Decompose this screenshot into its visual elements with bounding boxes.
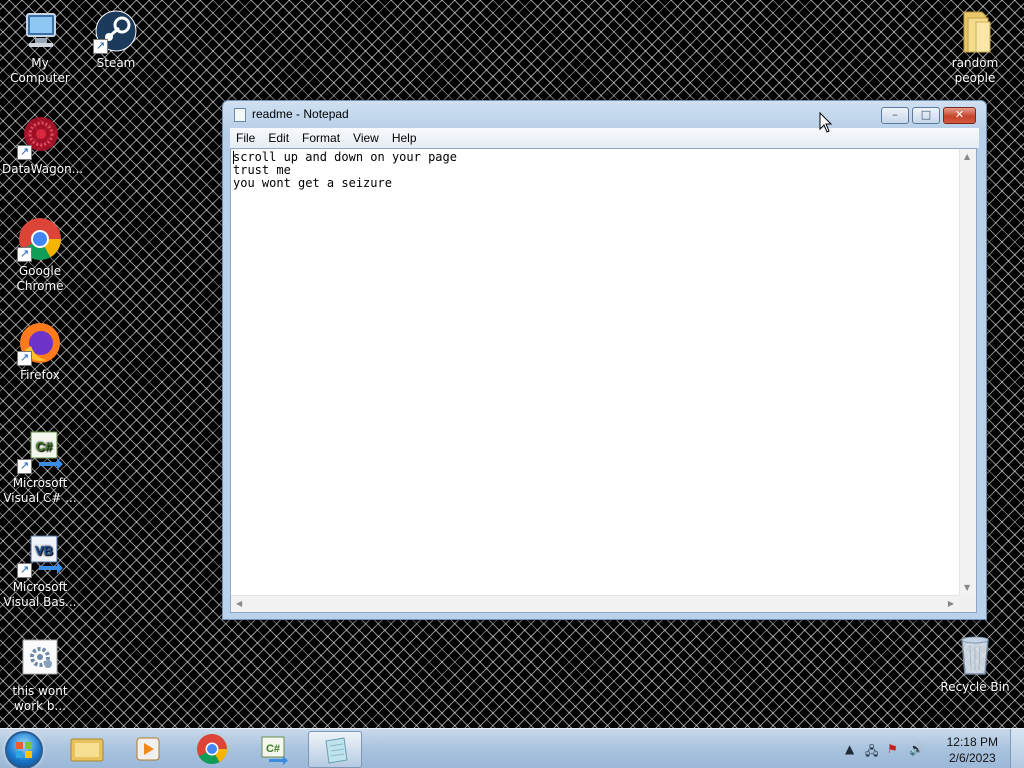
taskbar-media-player[interactable] [121,731,175,768]
menu-help[interactable]: Help [386,131,423,145]
notepad-icon [234,108,246,122]
show-desktop-button[interactable] [1010,729,1024,768]
desktop-icon-label: Microsoft Visual C# ... [3,476,77,505]
desktop-icon-steam[interactable]: ↗ Steam [76,8,156,71]
network-icon[interactable]: 🖧 [865,742,878,763]
text-line: you wont get a seizure [233,176,392,190]
taskbar-explorer[interactable] [60,731,114,768]
maximize-icon: □ [920,108,932,121]
recycle-bin-icon [952,632,998,678]
horizontal-scrollbar[interactable]: ◀ ▶ [231,595,959,612]
desktop-icon-label: Recycle Bin [940,680,1010,694]
shortcut-arrow-icon: ↗ [17,351,32,366]
show-hidden-icons-icon[interactable]: ▲ [845,742,854,756]
scroll-up-icon[interactable]: ▲ [964,152,970,161]
resize-grip[interactable] [959,595,976,612]
menu-file[interactable]: File [230,131,261,145]
menu-format[interactable]: Format [296,131,346,145]
desktop-icon-firefox[interactable]: ↗ Firefox [0,320,80,383]
shortcut-arrow-icon: ↗ [17,563,32,578]
volume-icon[interactable]: 🔊 [909,742,924,756]
action-center-icon[interactable]: ⚑ [887,742,898,756]
close-icon: ✕ [954,108,965,121]
desktop-icon-label: Firefox [20,368,60,382]
scroll-down-icon[interactable]: ▼ [964,583,970,592]
windows-logo-icon [16,742,32,758]
minimize-button[interactable]: – [881,107,909,124]
desktop-icon-this-wont-work[interactable]: this wont work b... [0,636,80,714]
desktop-icon-label: DataWagon... [2,162,84,176]
notepad-window[interactable]: readme - Notepad – □ ✕ File Edit Format … [222,100,987,620]
text-editor[interactable]: scroll up and down on your page trust me… [230,148,977,613]
shortcut-arrow-icon: ↗ [17,247,32,262]
desktop-icon-label: Microsoft Visual Bas... [3,580,77,609]
shortcut-arrow-icon: ↗ [17,459,32,474]
firefox-icon: ↗ [17,320,63,366]
menu-view[interactable]: View [347,131,385,145]
clock[interactable]: 12:18 PM 2/6/2023 [947,734,998,766]
scroll-right-icon[interactable]: ▶ [948,599,954,608]
taskbar-notepad[interactable] [308,731,362,768]
scroll-left-icon[interactable]: ◀ [236,599,242,608]
desktop-icon-label: Google Chrome [16,264,64,293]
chrome-icon [197,734,227,765]
start-button[interactable] [5,731,43,768]
mouse-cursor-icon [819,112,833,133]
datawagon-icon: ↗ [17,114,63,160]
svg-text:VB: VB [35,543,53,558]
computer-icon [17,8,63,54]
desktop-icon-my-computer[interactable]: My Computer [0,8,80,86]
text-content[interactable]: scroll up and down on your page trust me… [233,151,958,594]
minimize-icon: – [892,108,898,121]
steam-icon: ↗ [93,8,139,54]
desktop-icon-random-people[interactable]: random people [934,8,1016,86]
desktop-icon-visual-basic[interactable]: VB ↗ Microsoft Visual Bas... [0,532,80,610]
taskbar: C# ▲ 🖧 ⚑ 🔊 12:18 PM 2/6/2023 [0,728,1024,768]
taskbar-chrome[interactable] [185,731,239,768]
vertical-scrollbar[interactable]: ▲ ▼ [959,149,976,595]
settings-file-icon [17,636,63,682]
chrome-icon: ↗ [17,216,63,262]
menu-edit[interactable]: Edit [262,131,295,145]
clock-time: 12:18 PM [946,735,998,749]
shortcut-arrow-icon: ↗ [93,39,108,54]
clock-date: 2/6/2023 [948,751,996,765]
close-button[interactable]: ✕ [943,107,976,124]
desktop-icon-label: My Computer [10,56,70,85]
text-line: trust me [233,163,291,177]
desktop-icon-datawagon[interactable]: ↗ DataWagon... [0,114,84,177]
folder-icon [952,8,998,54]
desktop-icon-label: random people [951,56,999,85]
title-bar[interactable]: readme - Notepad – □ ✕ [223,101,986,127]
desktop-icon-google-chrome[interactable]: ↗ Google Chrome [0,216,80,294]
desktop-icon-visual-csharp[interactable]: C# ↗ Microsoft Visual C# ... [0,428,80,506]
visual-csharp-icon: C# ↗ [17,428,63,474]
desktop-icon-label: this wont work b... [12,684,68,713]
svg-text:C#: C# [266,743,280,755]
menu-bar: File Edit Format View Help [230,128,979,148]
desktop-icon-recycle-bin[interactable]: Recycle Bin [934,632,1016,695]
explorer-icon [70,738,104,762]
media-player-icon [136,737,160,761]
visual-csharp-icon: C# [261,736,288,765]
visual-basic-icon: VB ↗ [17,532,63,578]
window-title: readme - Notepad [252,107,349,121]
system-tray: ▲ 🖧 ⚑ 🔊 12:18 PM 2/6/2023 [839,729,1024,768]
shortcut-arrow-icon: ↗ [17,145,32,160]
svg-text:C#: C# [36,439,53,454]
notepad-icon [325,737,348,764]
taskbar-visual-csharp[interactable]: C# [247,731,301,768]
maximize-button[interactable]: □ [912,107,940,124]
desktop-icon-label: Steam [96,56,136,70]
